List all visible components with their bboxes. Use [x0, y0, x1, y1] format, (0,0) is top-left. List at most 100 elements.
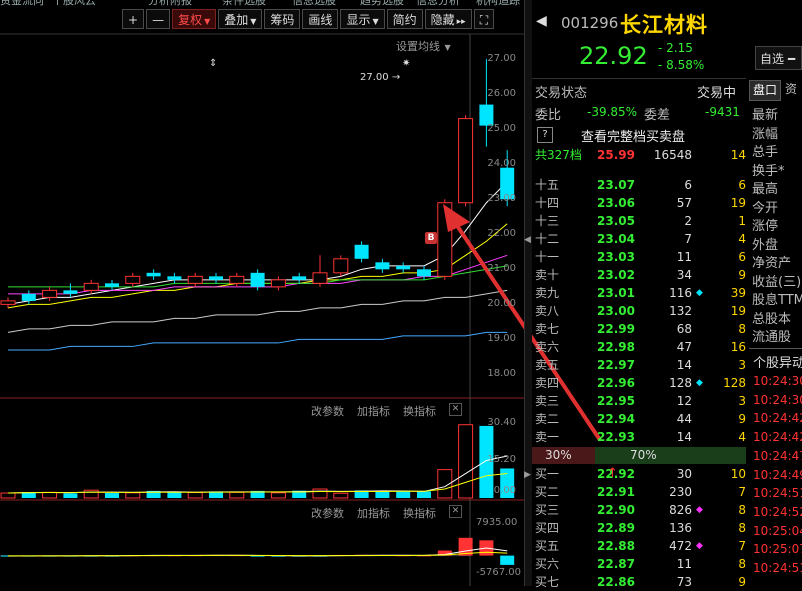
- alert-time[interactable]: 10:24:42: [753, 430, 802, 444]
- sell-row[interactable]: 十五 23.07 6 6: [531, 176, 746, 194]
- sell-row[interactable]: 卖四 22.96 128 ◆ 128: [531, 374, 746, 392]
- buy-level-label: 买二: [535, 485, 560, 499]
- stat-label: 换手*: [752, 163, 785, 179]
- macd-switch-indicator-button[interactable]: 换指标: [403, 505, 436, 521]
- volume-bar: [312, 488, 328, 499]
- yincang-button[interactable]: 隐藏 ▸▸: [424, 9, 472, 29]
- buy-marker-badge: B: [425, 232, 437, 244]
- buy-price: 22.87: [597, 557, 635, 571]
- top-tab[interactable]: 信息选股: [292, 0, 336, 6]
- sell-row[interactable]: 十二 23.04 7 4: [531, 230, 746, 248]
- macd-bar: [250, 555, 265, 557]
- candle-body: [167, 276, 182, 280]
- candle-body: [63, 290, 78, 294]
- expand-icon[interactable]: ▶: [524, 470, 531, 480]
- buy-row[interactable]: 买五 22.88 472 ◆ 7: [531, 537, 746, 555]
- sell-row[interactable]: 卖六 22.98 47 16: [531, 338, 746, 356]
- sell-row[interactable]: 卖二 22.94 44 9: [531, 410, 746, 428]
- buy-level-label: 买五: [535, 539, 560, 553]
- buy-change: 9: [738, 575, 746, 589]
- close-icon[interactable]: ✕: [449, 403, 462, 416]
- buy-volume: 11: [676, 557, 692, 571]
- alert-time[interactable]: 10:24:51: [753, 486, 802, 500]
- alert-time[interactable]: 10:24:42: [753, 411, 802, 425]
- vol-params-button[interactable]: 改参数: [311, 403, 344, 419]
- top-tab[interactable]: 条件选股: [222, 0, 266, 6]
- alert-time[interactable]: 10:24:51: [753, 561, 802, 575]
- full-book-link[interactable]: 查看完整档买卖盘: [581, 126, 685, 145]
- macd-add-indicator-button[interactable]: 加指标: [357, 505, 390, 521]
- buy-row[interactable]: 买一 22.92 30 ↑ 10: [531, 465, 746, 483]
- sell-price: 23.05: [597, 214, 635, 228]
- sell-price: 23.01: [597, 286, 635, 300]
- alert-time[interactable]: 10:24:30: [753, 393, 802, 407]
- buy-change: 8: [738, 503, 746, 517]
- weibi-label: 委比: [535, 108, 562, 123]
- alert-time[interactable]: 10:24:49: [753, 468, 802, 482]
- volume-bar: [167, 492, 182, 498]
- stat-label: 总手: [752, 145, 779, 160]
- top-tab[interactable]: 信息分析: [416, 0, 460, 6]
- zoom-in-button[interactable]: +: [122, 9, 145, 29]
- divider: [749, 348, 802, 349]
- huaxian-button[interactable]: 画线: [302, 9, 339, 29]
- jianyue-button[interactable]: 简约: [386, 9, 423, 29]
- volume-bar: [229, 491, 245, 499]
- sell-row[interactable]: 十一 23.03 11 6: [531, 248, 746, 266]
- tab-pankou[interactable]: 盘口: [749, 80, 781, 101]
- sell-level-label: 卖十: [535, 268, 560, 282]
- close-icon[interactable]: ✕: [449, 505, 462, 518]
- volume-bar: [292, 490, 307, 498]
- add-watchlist-button[interactable]: 自选 ━: [755, 46, 802, 70]
- sell-row[interactable]: 卖三 22.95 12 3: [531, 392, 746, 410]
- chart-toolbar: + — 复权 ▼ 叠加 ▼ 筹码 画线 显示 ▼ 简约 隐藏 ▸▸ ⛶: [122, 9, 496, 31]
- expand-icon[interactable]: ⛶: [473, 9, 495, 29]
- alert-time[interactable]: 10:24:30: [753, 374, 802, 388]
- top-tab[interactable]: 机构追踪: [476, 0, 520, 6]
- fuquan-button[interactable]: 复权 ▼: [172, 9, 217, 29]
- prev-stock-icon[interactable]: ◀: [536, 13, 547, 29]
- top-tab[interactable]: 分析附报: [148, 0, 192, 6]
- sell-row[interactable]: 十三 23.05 2 1: [531, 212, 746, 230]
- tab-zijin[interactable]: 资: [785, 80, 797, 99]
- candle-body: [21, 293, 36, 301]
- buy-row[interactable]: 买三 22.90 826 ◆ 8: [531, 501, 746, 519]
- candle-body: [270, 279, 286, 288]
- diejia-button[interactable]: 叠加 ▼: [218, 9, 263, 29]
- buy-row[interactable]: 买二 22.91 230 7: [531, 483, 746, 501]
- top-tab[interactable]: 个股风云: [52, 0, 96, 6]
- chouma-button[interactable]: 筹码: [264, 9, 301, 29]
- chevron-down-icon: ▼: [250, 17, 257, 26]
- buy-level-label: 买三: [535, 503, 560, 517]
- sell-price: 22.97: [597, 358, 635, 372]
- candle-body: [229, 275, 245, 284]
- top-tab[interactable]: 资金流向: [0, 0, 44, 6]
- collapse-icon[interactable]: ◀: [524, 235, 531, 245]
- alert-time[interactable]: 10:24:47: [753, 449, 802, 463]
- vol-switch-indicator-button[interactable]: 换指标: [403, 403, 436, 419]
- top-tab[interactable]: 趋势选股: [360, 0, 404, 6]
- sell-row[interactable]: 卖八 23.00 132 19: [531, 302, 746, 320]
- sell-row[interactable]: 卖一 22.93 14 4: [531, 428, 746, 446]
- xianshi-button[interactable]: 显示 ▼: [340, 9, 385, 29]
- sell-row[interactable]: 卖五 22.97 14 3: [531, 356, 746, 374]
- sell-row[interactable]: 卖十 23.02 34 9: [531, 266, 746, 284]
- alert-time[interactable]: 10:24:52: [753, 505, 802, 519]
- panel-splitter[interactable]: [524, 0, 532, 586]
- zoom-out-button[interactable]: —: [146, 9, 171, 29]
- macd-params-button[interactable]: 改参数: [311, 505, 344, 521]
- alert-time[interactable]: 10:25:04: [753, 524, 802, 538]
- sell-row[interactable]: 十四 23.06 57 19: [531, 194, 746, 212]
- sell-change: 3: [738, 358, 746, 372]
- alert-time[interactable]: 10:25:07: [753, 542, 802, 556]
- ma-line-ma120: [8, 331, 508, 351]
- sell-row[interactable]: 卖七 22.99 68 8: [531, 320, 746, 338]
- price-tick: 27.00: [487, 53, 516, 65]
- settings-ma-button[interactable]: 设置均线 ▼: [396, 38, 451, 54]
- buy-row[interactable]: 买七 22.86 73 9: [531, 573, 746, 591]
- vol-add-indicator-button[interactable]: 加指标: [357, 403, 390, 419]
- buy-row[interactable]: 买六 22.87 11 8: [531, 555, 746, 573]
- buy-row[interactable]: 买四 22.89 136 8: [531, 519, 746, 537]
- sell-row[interactable]: 卖九 23.01 116 ◆ 39: [531, 284, 746, 302]
- help-icon[interactable]: ?: [537, 127, 553, 143]
